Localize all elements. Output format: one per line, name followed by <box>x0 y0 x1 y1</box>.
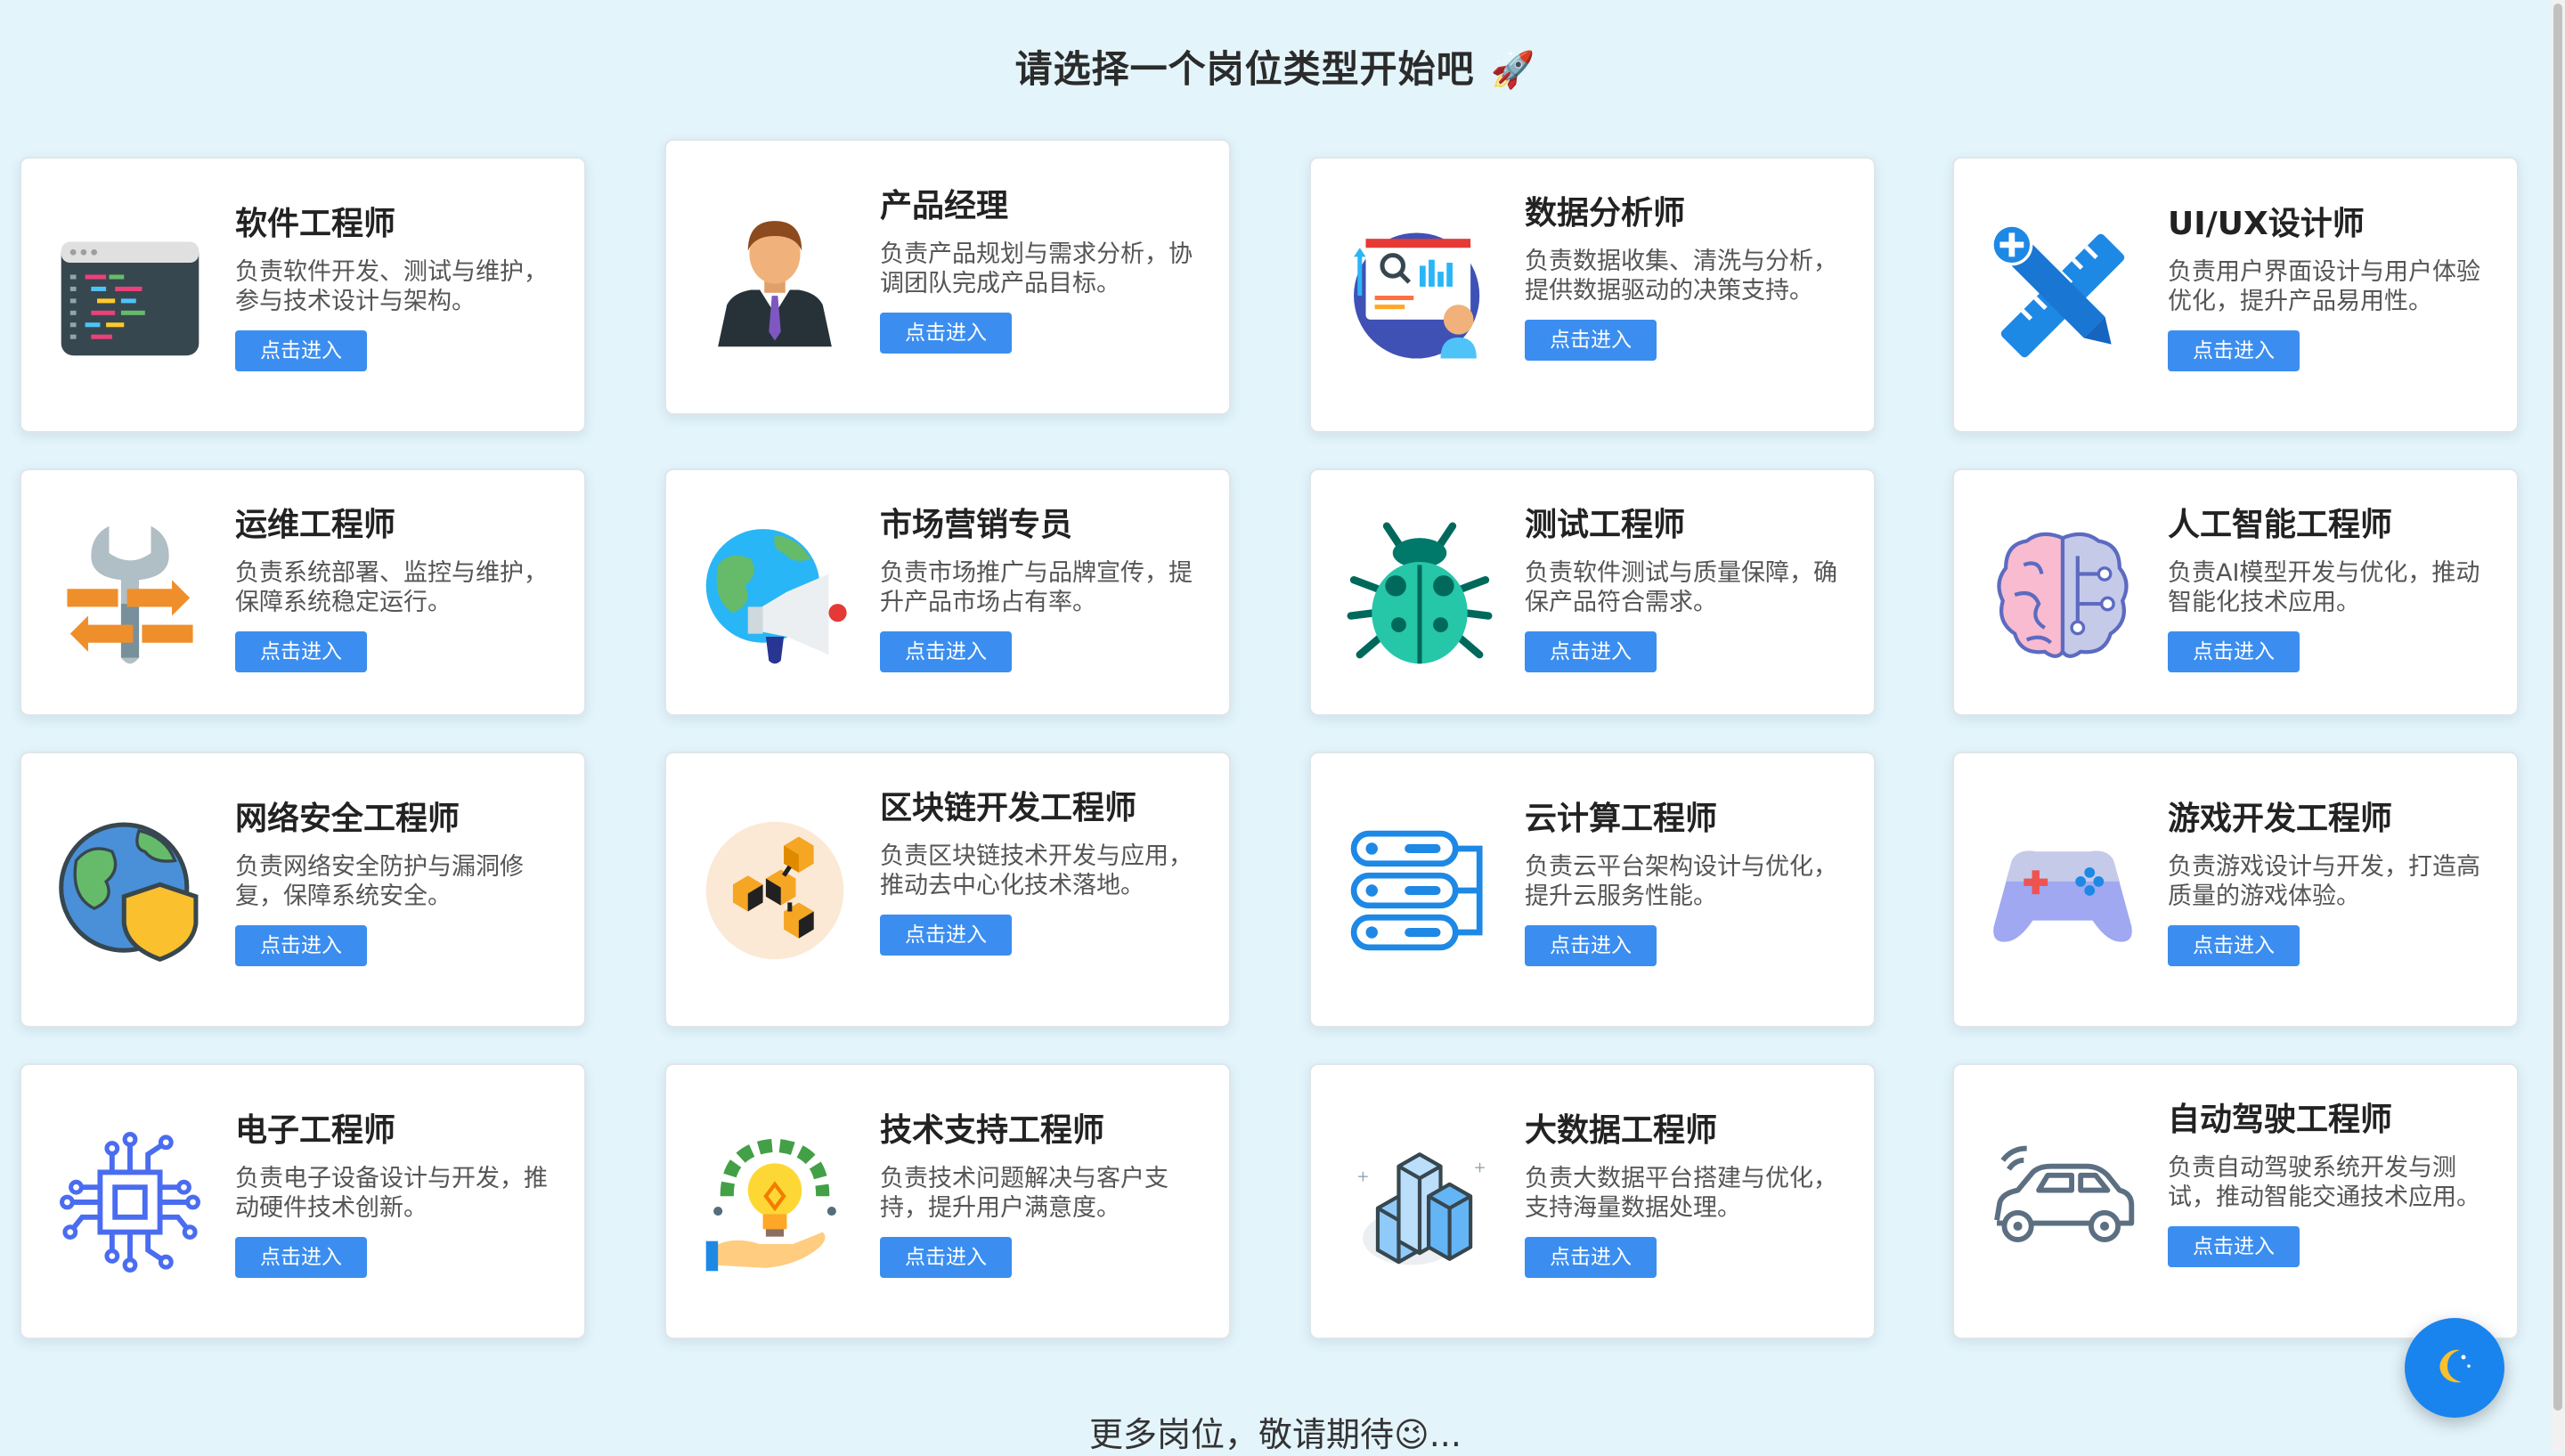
code-window-icon <box>55 221 205 370</box>
card-title: UI/UX设计师 <box>2168 206 2365 242</box>
businessman-icon <box>700 203 850 353</box>
job-card-cloud-engineer[interactable]: 云计算工程师 负责云平台架构设计与优化，提升云服务性能。 点击进入 <box>1309 752 1876 1028</box>
svg-text:+: + <box>1473 1158 1486 1175</box>
enter-button[interactable]: 点击进入 <box>1525 320 1657 362</box>
circuit-chip-icon <box>55 1127 205 1277</box>
job-card-ops-engineer[interactable]: 运维工程师 负责系统部署、监控与维护，保障系统稳定运行。 点击进入 <box>20 468 586 716</box>
enter-button[interactable]: 点击进入 <box>880 631 1012 673</box>
bug-icon <box>1345 520 1494 670</box>
card-description: 负责产品规划与需求分析，协调团队完成产品目标。 <box>880 240 1193 298</box>
moon-icon <box>2433 1345 2476 1391</box>
enter-button[interactable]: 点击进入 <box>880 313 1012 354</box>
card-description: 负责系统部署、监控与维护，保障系统稳定运行。 <box>235 559 548 617</box>
job-card-security-engineer[interactable]: 网络安全工程师 负责网络安全防护与漏洞修复，保障系统安全。 点击进入 <box>20 752 586 1028</box>
job-card-ai-engineer[interactable]: 人工智能工程师 负责AI模型开发与优化，推动智能化技术应用。 点击进入 <box>1952 468 2519 716</box>
blockchain-icon <box>700 816 850 965</box>
svg-text:+: + <box>1356 1167 1369 1184</box>
card-description: 负责技术问题解决与客户支持，提升用户满意度。 <box>880 1165 1168 1223</box>
card-title: 软件工程师 <box>235 206 396 242</box>
card-title: 产品经理 <box>880 188 1009 224</box>
card-title: 人工智能工程师 <box>2168 507 2393 543</box>
theme-toggle-button[interactable] <box>2405 1318 2504 1418</box>
enter-button[interactable]: 点击进入 <box>880 915 1012 956</box>
job-card-product-manager[interactable]: 产品经理 负责产品规划与需求分析，协调团队完成产品目标。 点击进入 <box>664 139 1231 415</box>
enter-button[interactable]: 点击进入 <box>235 631 367 673</box>
enter-button[interactable]: 点击进入 <box>2168 631 2300 673</box>
card-description: 负责AI模型开发与优化，推动智能化技术应用。 <box>2168 559 2480 617</box>
lightbulb-gear-icon <box>700 1127 850 1277</box>
card-title: 区块链开发工程师 <box>880 790 1137 826</box>
job-card-marketing-specialist[interactable]: 市场营销专员 负责市场推广与品牌宣传，提升产品市场占有率。 点击进入 <box>664 468 1231 716</box>
card-title: 云计算工程师 <box>1525 801 1718 837</box>
card-title: 技术支持工程师 <box>880 1112 1105 1149</box>
job-card-big-data-engineer[interactable]: + + 大数据工程师 负责大数据平台搭建与优化，支持海量数据处理。 点击进入 <box>1309 1063 1876 1339</box>
card-title: 自动驾驶工程师 <box>2168 1102 2393 1138</box>
wink-emoji-icon: 😉 <box>1394 1415 1429 1454</box>
enter-button[interactable]: 点击进入 <box>1525 631 1657 673</box>
enter-button[interactable]: 点击进入 <box>2168 330 2300 372</box>
job-card-autonomous-driving-engineer[interactable]: 自动驾驶工程师 负责自动驾驶系统开发与测试，推动智能交通技术应用。 点击进入 <box>1952 1063 2519 1339</box>
globe-megaphone-icon <box>700 520 850 670</box>
big-data-cubes-icon: + + <box>1345 1127 1494 1277</box>
card-title: 市场营销专员 <box>880 507 1073 543</box>
card-title: 大数据工程师 <box>1525 1112 1718 1149</box>
rocket-icon: 🚀 <box>1490 50 1536 91</box>
card-description: 负责网络安全防护与漏洞修复，保障系统安全。 <box>235 853 524 911</box>
card-description: 负责软件测试与质量保障，确保产品符合需求。 <box>1525 559 1837 617</box>
card-title: 游戏开发工程师 <box>2168 801 2393 837</box>
pencil-ruler-icon <box>1988 221 2138 370</box>
job-card-blockchain-engineer[interactable]: 区块链开发工程师 负责区块链技术开发与应用，推动去中心化技术落地。 点击进入 <box>664 752 1231 1028</box>
card-description: 负责自动驾驶系统开发与测试，推动智能交通技术应用。 <box>2168 1154 2480 1212</box>
card-description: 负责软件开发、测试与维护，参与技术设计与架构。 <box>235 258 548 316</box>
enter-button[interactable]: 点击进入 <box>235 925 367 967</box>
autonomous-car-icon <box>1988 1127 2138 1277</box>
enter-button[interactable]: 点击进入 <box>2168 1226 2300 1268</box>
card-description: 负责市场推广与品牌宣传，提升产品市场占有率。 <box>880 559 1193 617</box>
card-description: 负责游戏设计与开发，打造高质量的游戏体验。 <box>2168 853 2480 911</box>
job-card-software-engineer[interactable]: 软件工程师 负责软件开发、测试与维护，参与技术设计与架构。 点击进入 <box>20 157 586 433</box>
vertical-scrollbar[interactable] <box>2551 0 2565 1453</box>
card-description: 负责区块链技术开发与应用，推动去中心化技术落地。 <box>880 842 1193 900</box>
globe-shield-icon <box>55 816 205 965</box>
job-card-ui-ux-designer[interactable]: UI/UX设计师 负责用户界面设计与用户体验优化，提升产品易用性。 点击进入 <box>1952 157 2519 433</box>
card-title: 网络安全工程师 <box>235 801 460 837</box>
card-description: 负责数据收集、清洗与分析，提供数据驱动的决策支持。 <box>1525 248 1837 305</box>
footer-more-coming: 更多岗位，敬请期待😉... <box>1089 1415 1462 1454</box>
scrollbar-thumb[interactable] <box>2553 4 2562 1411</box>
card-description: 负责云平台架构设计与优化，提升云服务性能。 <box>1525 853 1837 911</box>
wrench-arrows-icon <box>55 520 205 670</box>
enter-button[interactable]: 点击进入 <box>235 1237 367 1279</box>
enter-button[interactable]: 点击进入 <box>880 1237 1012 1279</box>
job-card-electronics-engineer[interactable]: 电子工程师 负责电子设备设计与开发，推动硬件技术创新。 点击进入 <box>20 1063 586 1339</box>
enter-button[interactable]: 点击进入 <box>2168 925 2300 967</box>
job-card-test-engineer[interactable]: 测试工程师 负责软件测试与质量保障，确保产品符合需求。 点击进入 <box>1309 468 1876 716</box>
card-description: 负责用户界面设计与用户体验优化，提升产品易用性。 <box>2168 258 2480 316</box>
ai-brain-icon <box>1988 520 2138 670</box>
job-card-tech-support-engineer[interactable]: 技术支持工程师 负责技术问题解决与客户支持，提升用户满意度。 点击进入 <box>664 1063 1231 1339</box>
card-title: 测试工程师 <box>1525 507 1686 543</box>
job-card-data-analyst[interactable]: 数据分析师 负责数据收集、清洗与分析，提供数据驱动的决策支持。 点击进入 <box>1309 157 1876 433</box>
enter-button[interactable]: 点击进入 <box>1525 925 1657 967</box>
page-title: 请选择一个岗位类型开始吧 🚀 <box>1014 47 1536 91</box>
card-description: 负责大数据平台搭建与优化，支持海量数据处理。 <box>1525 1165 1837 1223</box>
data-analysis-icon <box>1345 221 1494 370</box>
gamepad-icon <box>1988 816 2138 965</box>
server-stack-icon <box>1345 816 1494 965</box>
card-title: 数据分析师 <box>1525 195 1686 232</box>
card-description: 负责电子设备设计与开发，推动硬件技术创新。 <box>235 1165 548 1223</box>
card-title: 电子工程师 <box>235 1112 396 1149</box>
job-card-game-developer[interactable]: 游戏开发工程师 负责游戏设计与开发，打造高质量的游戏体验。 点击进入 <box>1952 752 2519 1028</box>
enter-button[interactable]: 点击进入 <box>235 330 367 372</box>
card-title: 运维工程师 <box>235 507 396 543</box>
enter-button[interactable]: 点击进入 <box>1525 1237 1657 1279</box>
